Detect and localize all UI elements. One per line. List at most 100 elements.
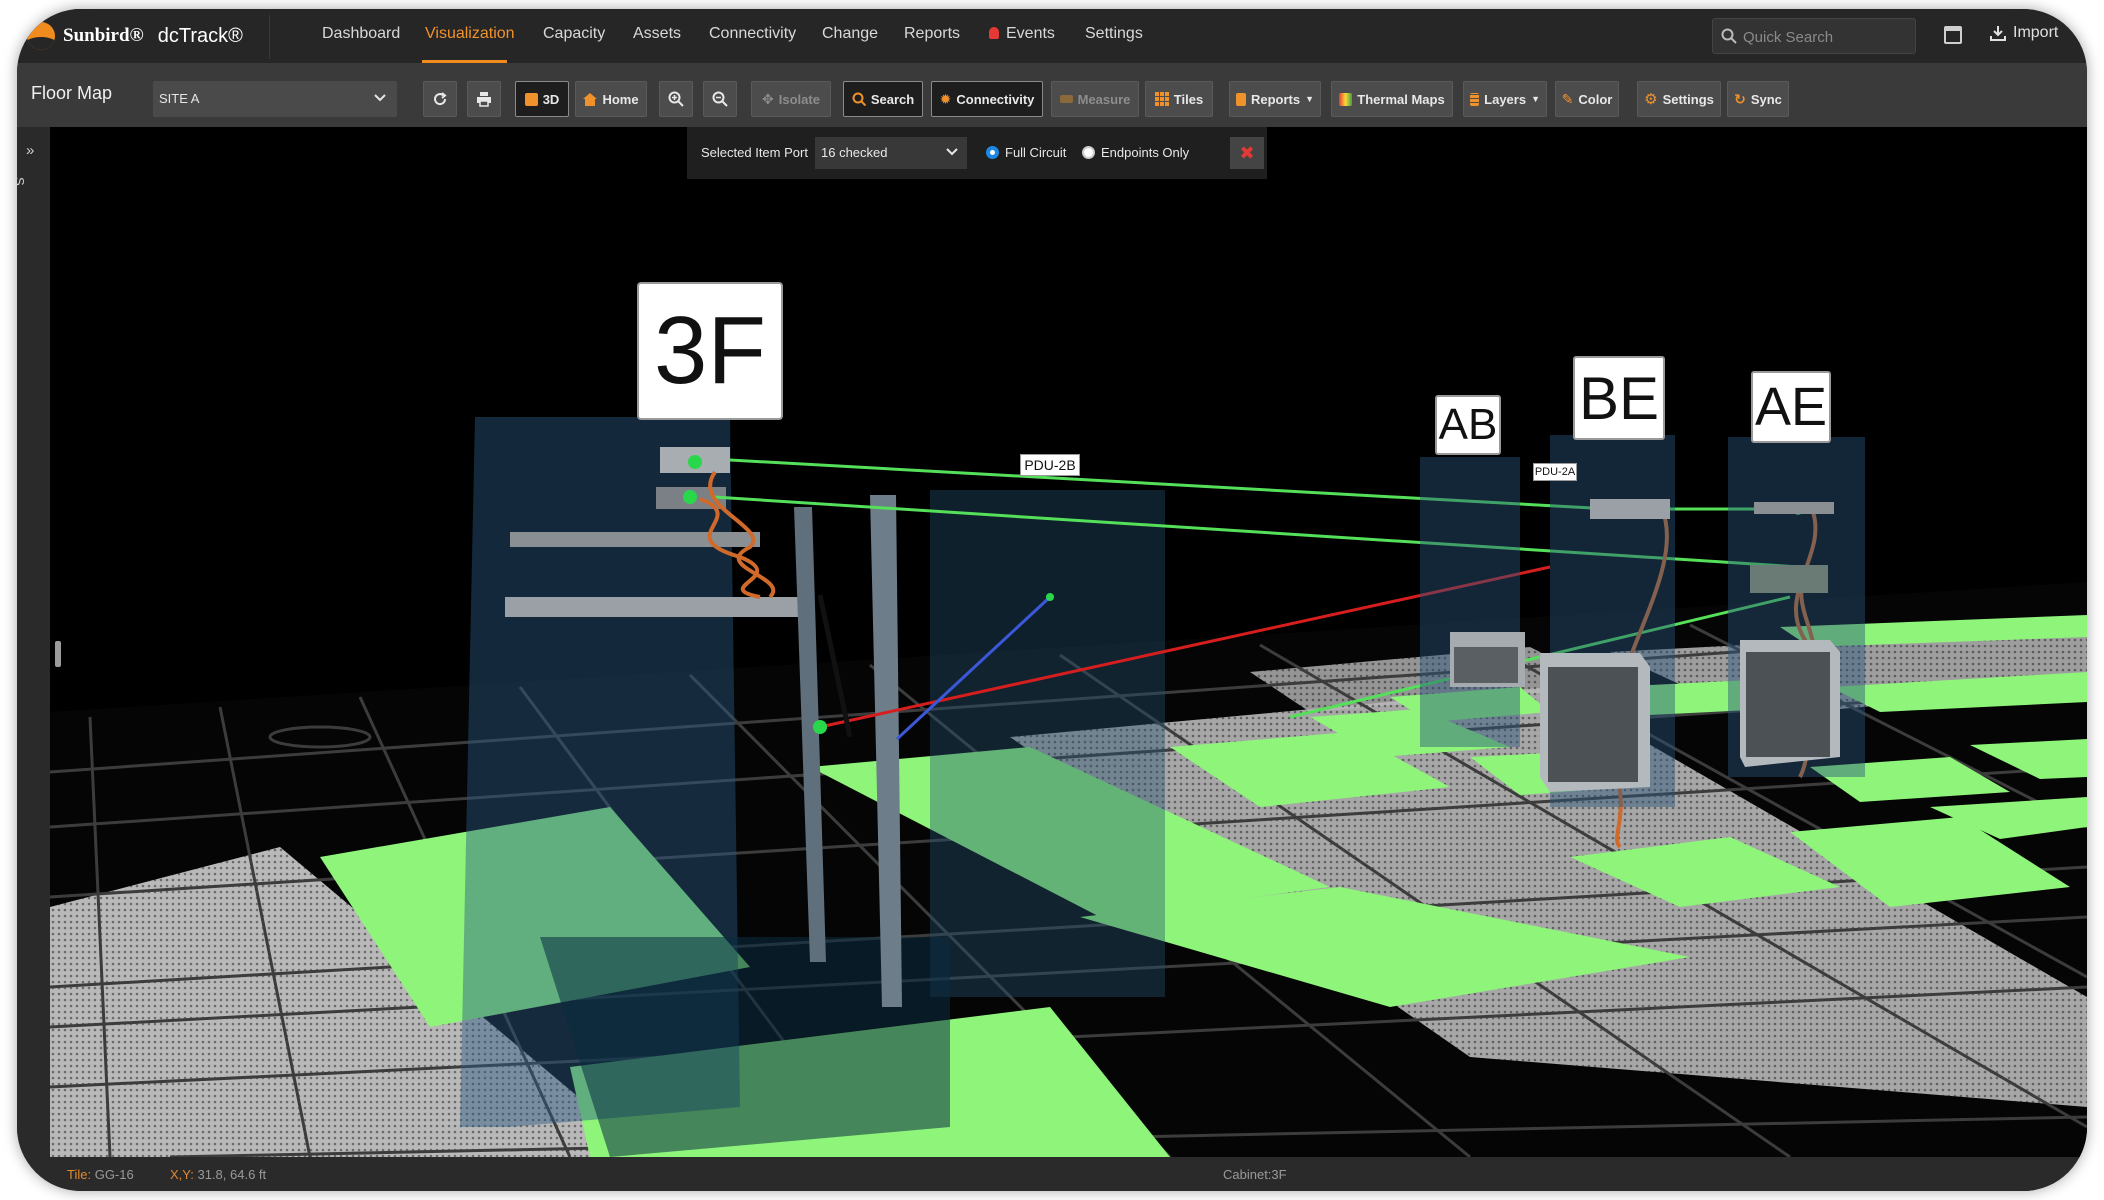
full-circuit-radio[interactable] <box>986 146 999 159</box>
nav-settings[interactable]: Settings <box>1085 25 1143 43</box>
cabinet-label-be[interactable]: BE <box>1573 356 1665 440</box>
chevron-down-icon <box>946 148 958 156</box>
connectivity-button[interactable]: ✹ Connectivity <box>931 81 1043 117</box>
crosshair-icon: ✥ <box>762 90 774 107</box>
connectivity-label: Connectivity <box>956 91 1035 107</box>
document-icon <box>1236 92 1246 106</box>
search-icon <box>1721 28 1737 44</box>
caret-down-icon: ▼ <box>1531 94 1540 104</box>
search-label: Search <box>870 91 915 107</box>
page-title: Floor Map <box>31 83 113 103</box>
cabinet-label-ab[interactable]: AB <box>1435 395 1501 455</box>
reports-label: Reports <box>1250 91 1301 107</box>
splitter-handle[interactable] <box>55 641 61 667</box>
tile-status-label: Tile: <box>67 1167 92 1182</box>
import-button[interactable]: Import <box>1990 24 2058 42</box>
status-bar: Tile: GG-16 X,Y: 31.8, 64.6 ft Cabinet:3… <box>50 1157 2087 1191</box>
3d-label: 3D <box>542 91 560 107</box>
nav-events-label: Events <box>1006 25 1055 42</box>
grid-icon <box>1154 92 1169 106</box>
nav-capacity[interactable]: Capacity <box>543 25 605 43</box>
isolate-button[interactable]: ✥ Isolate <box>751 81 831 117</box>
close-icon: ✖ <box>1239 142 1255 163</box>
search-icon <box>852 92 866 106</box>
brand-name: Sunbird® <box>63 25 144 46</box>
tile-status-value: GG-16 <box>94 1167 134 1182</box>
selected-item-port-label: Selected Item Port <box>701 145 808 160</box>
nav-connectivity[interactable]: Connectivity <box>709 25 796 43</box>
refresh-icon <box>434 92 447 106</box>
print-button[interactable] <box>467 81 501 117</box>
zoom-in-icon <box>668 91 684 107</box>
ruler-icon <box>1059 95 1073 103</box>
rail-label: S... <box>17 177 27 197</box>
brush-icon: ✎ <box>1561 90 1574 107</box>
quick-search-input[interactable] <box>1741 19 1913 55</box>
tiles-button[interactable]: Tiles <box>1145 81 1213 117</box>
isolate-label: Isolate <box>778 91 820 107</box>
thermal-icon <box>1339 92 1353 106</box>
zoom-in-button[interactable] <box>659 81 693 117</box>
endpoints-only-radio[interactable] <box>1082 146 1095 159</box>
color-button[interactable]: ✎ Color <box>1555 81 1619 117</box>
app-window: Sunbird® dcTrack® Dashboard Visualizatio… <box>17 9 2087 1191</box>
nav-reports[interactable]: Reports <box>904 25 960 43</box>
zoom-out-icon <box>712 91 728 107</box>
layers-label: Layers <box>1484 91 1527 107</box>
sun-icon: ✹ <box>939 90 952 107</box>
pdu-label-2a[interactable]: PDU-2A <box>1533 463 1577 481</box>
nav-dashboard[interactable]: Dashboard <box>322 25 400 43</box>
xy-status: X,Y: 31.8, 64.6 ft <box>170 1167 266 1182</box>
download-icon <box>1990 26 2006 41</box>
thermal-maps-label: Thermal Maps <box>1357 91 1445 107</box>
thermal-maps-button[interactable]: Thermal Maps <box>1331 81 1453 117</box>
scene-svg <box>50 417 2087 1157</box>
xy-status-value: 31.8, 64.6 ft <box>197 1167 267 1182</box>
measure-label: Measure <box>1077 91 1131 107</box>
port-select[interactable]: 16 checked <box>815 137 967 169</box>
home-button[interactable]: Home <box>575 81 647 117</box>
tile-status: Tile: GG-16 <box>67 1167 134 1182</box>
cube-icon <box>524 92 538 106</box>
product-name: dcTrack® <box>157 24 243 47</box>
top-nav: Sunbird® dcTrack® Dashboard Visualizatio… <box>17 9 2087 63</box>
reports-button[interactable]: Reports ▼ <box>1229 81 1321 117</box>
calendar-icon[interactable] <box>1944 26 1962 44</box>
sync-button[interactable]: ↻ Sync <box>1727 81 1789 117</box>
refresh-button[interactable] <box>423 81 457 117</box>
pdu-label-2b[interactable]: PDU-2B <box>1020 454 1080 476</box>
quick-search-box <box>1712 18 1916 55</box>
settings-label: Settings <box>1662 91 1714 107</box>
tiles-label: Tiles <box>1173 91 1204 107</box>
logo[interactable]: Sunbird® dcTrack® <box>27 22 243 50</box>
site-select[interactable]: SITE A <box>153 81 397 117</box>
print-icon <box>477 92 491 107</box>
nav-assets[interactable]: Assets <box>633 25 681 43</box>
floor-map-3d-view[interactable]: 3F AB BE AE PDU-2B PDU-2A <box>50 127 2087 1157</box>
xy-status-label: X,Y: <box>170 1167 194 1182</box>
gear-icon: ⚙ <box>1644 91 1658 108</box>
sync-label: Sync <box>1750 91 1782 107</box>
site-select-value: SITE A <box>159 91 200 106</box>
search-button[interactable]: Search <box>843 81 923 117</box>
zoom-out-button[interactable] <box>703 81 737 117</box>
import-label: Import <box>2013 24 2059 41</box>
3d-button[interactable]: 3D <box>515 81 569 117</box>
cabinet-label-3f[interactable]: 3F <box>637 282 783 420</box>
nav-visualization[interactable]: Visualization <box>425 25 515 43</box>
sunbird-logo-icon <box>27 22 55 50</box>
expand-panel-icon[interactable]: » <box>26 142 34 159</box>
full-circuit-label: Full Circuit <box>1005 145 1067 160</box>
home-icon <box>583 92 598 106</box>
cabinet-label-ae[interactable]: AE <box>1751 371 1831 443</box>
measure-button[interactable]: Measure <box>1051 81 1139 117</box>
close-button[interactable]: ✖ <box>1230 137 1264 169</box>
left-rail: » S... <box>17 127 50 1191</box>
layers-button[interactable]: Layers ▼ <box>1463 81 1547 117</box>
connectivity-panel: Selected Item Port 16 checked Full Circu… <box>687 127 1267 179</box>
nav-change[interactable]: Change <box>822 25 878 43</box>
port-select-value: 16 checked <box>821 145 888 160</box>
home-label: Home <box>602 91 639 107</box>
nav-events[interactable]: Events <box>989 25 1055 43</box>
settings-button[interactable]: ⚙ Settings <box>1637 81 1721 117</box>
